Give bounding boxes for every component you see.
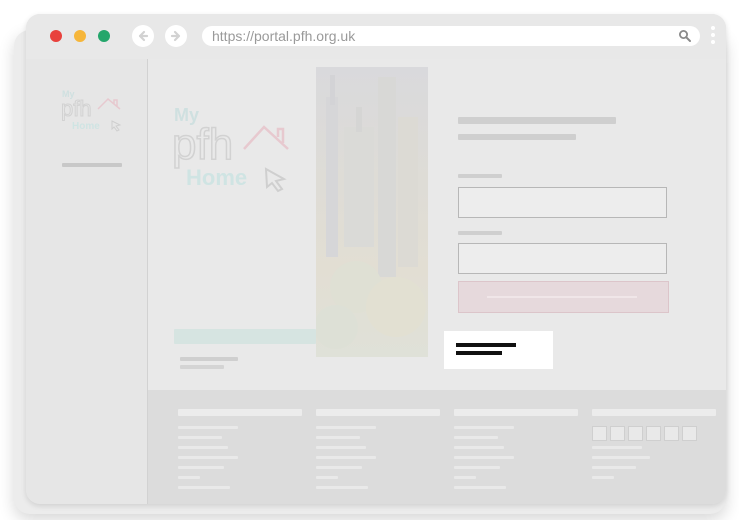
footer-link[interactable] bbox=[316, 486, 368, 489]
footer-column-heading bbox=[178, 409, 302, 416]
footer-link[interactable] bbox=[316, 446, 366, 449]
social-icon[interactable] bbox=[610, 426, 625, 441]
hero-photo bbox=[316, 67, 428, 357]
footer-link[interactable] bbox=[316, 466, 362, 469]
footer-link[interactable] bbox=[178, 486, 230, 489]
footer-link[interactable] bbox=[178, 456, 238, 459]
form-heading-placeholder bbox=[458, 117, 616, 124]
footer-link[interactable] bbox=[316, 476, 338, 479]
footer-column-heading bbox=[454, 409, 578, 416]
address-bar[interactable]: https://portal.pfh.org.uk bbox=[202, 26, 700, 46]
arrow-left-icon bbox=[138, 30, 149, 42]
footer-link[interactable] bbox=[316, 436, 360, 439]
footer-column-heading bbox=[592, 409, 716, 416]
browser-toolbar: https://portal.pfh.org.uk bbox=[26, 14, 726, 59]
footer-link[interactable] bbox=[454, 466, 500, 469]
arrow-right-icon bbox=[170, 30, 181, 42]
footer-link[interactable] bbox=[592, 466, 636, 469]
social-icon[interactable] bbox=[682, 426, 697, 441]
footer-link[interactable] bbox=[316, 426, 376, 429]
logo-home-text: Home bbox=[72, 121, 100, 132]
login-button[interactable] bbox=[458, 281, 669, 313]
footer-link[interactable] bbox=[454, 446, 504, 449]
page-footer bbox=[148, 390, 726, 504]
main-logo-cursor-icon bbox=[264, 167, 287, 193]
forward-button[interactable] bbox=[165, 25, 187, 47]
footer-link-placeholder[interactable] bbox=[180, 357, 238, 361]
password-label-placeholder bbox=[458, 231, 502, 235]
sidebar-menu-item[interactable] bbox=[62, 163, 122, 167]
magnifier-icon[interactable] bbox=[678, 29, 692, 43]
social-icon[interactable] bbox=[628, 426, 643, 441]
sidebar-logo[interactable]: My pfh Home bbox=[58, 85, 128, 135]
footer-link[interactable] bbox=[592, 476, 614, 479]
footer-link[interactable] bbox=[178, 436, 222, 439]
footer-link[interactable] bbox=[316, 456, 376, 459]
notice-line bbox=[456, 351, 502, 355]
password-field[interactable] bbox=[458, 243, 667, 274]
footer-link[interactable] bbox=[178, 466, 224, 469]
notice-box[interactable] bbox=[444, 331, 553, 369]
back-button[interactable] bbox=[132, 25, 154, 47]
footer-link[interactable] bbox=[454, 456, 514, 459]
footer-link[interactable] bbox=[592, 446, 642, 449]
teal-banner-bar bbox=[174, 329, 316, 344]
main-logo: My pfh Home bbox=[170, 99, 300, 199]
notice-line bbox=[456, 343, 516, 347]
main-logo-home-text: Home bbox=[186, 165, 247, 190]
zoom-window-button[interactable] bbox=[98, 30, 110, 42]
logo-pfh-text: pfh bbox=[61, 96, 92, 121]
close-window-button[interactable] bbox=[50, 30, 62, 42]
footer-link[interactable] bbox=[178, 446, 228, 449]
footer-link[interactable] bbox=[454, 436, 498, 439]
kebab-menu-icon[interactable] bbox=[710, 26, 716, 48]
login-button-label-placeholder bbox=[487, 296, 637, 298]
footer-link[interactable] bbox=[178, 426, 238, 429]
logo-roof-icon bbox=[97, 97, 121, 110]
footer-link-placeholder[interactable] bbox=[180, 365, 224, 369]
sidebar: My pfh Home bbox=[26, 59, 148, 504]
main-content: My pfh Home bbox=[148, 59, 726, 390]
footer-link[interactable] bbox=[454, 426, 514, 429]
address-bar-url: https://portal.pfh.org.uk bbox=[212, 28, 356, 44]
social-icon[interactable] bbox=[664, 426, 679, 441]
form-subheading-placeholder bbox=[458, 134, 576, 140]
footer-column-heading bbox=[316, 409, 440, 416]
footer-link[interactable] bbox=[454, 476, 476, 479]
username-field[interactable] bbox=[458, 187, 667, 218]
main-logo-pfh-text: pfh bbox=[172, 120, 233, 169]
footer-link[interactable] bbox=[592, 456, 650, 459]
social-icon[interactable] bbox=[646, 426, 661, 441]
minimize-window-button[interactable] bbox=[74, 30, 86, 42]
username-label-placeholder bbox=[458, 174, 502, 178]
browser-window: https://portal.pfh.org.uk My pfh Home My… bbox=[26, 14, 726, 504]
footer-link[interactable] bbox=[178, 476, 200, 479]
main-logo-roof-icon bbox=[243, 125, 289, 150]
mouse-pointer-icon bbox=[111, 120, 122, 132]
footer-link[interactable] bbox=[454, 486, 506, 489]
social-icon[interactable] bbox=[592, 426, 607, 441]
